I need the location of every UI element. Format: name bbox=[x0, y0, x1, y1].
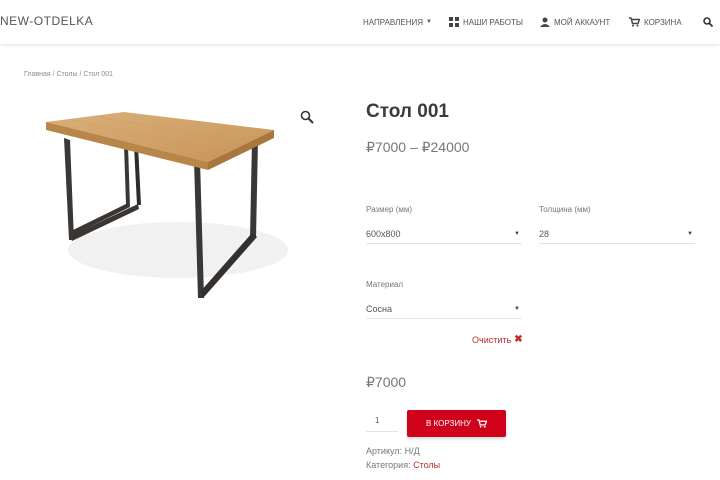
chevron-down-icon: ▼ bbox=[687, 230, 693, 237]
sku-value: Н/Д bbox=[404, 446, 420, 456]
nav-cart-label: КОРЗИНА bbox=[644, 17, 682, 27]
nav-works-link[interactable]: НАШИ РАБОТЫ bbox=[449, 17, 523, 27]
material-select[interactable]: Сосна ▼ bbox=[366, 299, 522, 319]
close-icon: ✖ bbox=[514, 334, 523, 345]
product-title: Стол 001 bbox=[366, 101, 449, 122]
nav-item-cart[interactable]: КОРЗИНА bbox=[629, 0, 682, 44]
size-value: 600x800 bbox=[366, 228, 401, 239]
clear-label: Очистить bbox=[472, 334, 512, 345]
cart-icon bbox=[629, 17, 640, 27]
cart-icon bbox=[477, 419, 487, 428]
add-to-cart-label: В КОРЗИНУ bbox=[426, 419, 471, 428]
thickness-value: 28 bbox=[539, 228, 550, 239]
search-button[interactable] bbox=[703, 0, 713, 44]
product-image bbox=[46, 112, 288, 298]
user-icon bbox=[540, 17, 550, 27]
material-value: Сосна bbox=[366, 303, 392, 314]
nav-cart-link[interactable]: КОРЗИНА bbox=[629, 17, 682, 27]
thickness-select[interactable]: 28 ▼ bbox=[539, 224, 695, 244]
nav-works-label: НАШИ РАБОТЫ bbox=[463, 17, 523, 27]
chevron-down-icon: ▼ bbox=[514, 230, 520, 237]
nav-account-label: МОЙ АККАУНТ bbox=[554, 17, 611, 27]
sku-row: Артикул: Н/Д bbox=[366, 446, 420, 456]
clear-selection-link[interactable]: Очистить ✖ bbox=[472, 334, 523, 345]
search-icon bbox=[703, 17, 713, 27]
add-to-cart-button[interactable]: В КОРЗИНУ bbox=[407, 410, 506, 437]
nav-item-works[interactable]: НАШИ РАБОТЫ bbox=[449, 0, 523, 44]
category-row: Категория: Столы bbox=[366, 460, 440, 470]
nav-account-link[interactable]: МОЙ АККАУНТ bbox=[540, 17, 610, 27]
site-logo[interactable]: NEW-OTDELKA bbox=[0, 14, 93, 28]
selected-price: ₽7000 bbox=[366, 374, 407, 390]
category-link[interactable]: Столы bbox=[413, 460, 440, 470]
size-label: Размер (мм) bbox=[366, 205, 413, 214]
site-header: NEW-OTDELKA НАПРАВЛЕНИЯ ▼ НАШИ РАБОТЫ МО… bbox=[0, 0, 720, 44]
size-select[interactable]: 600x800 ▼ bbox=[366, 224, 522, 244]
breadcrumb[interactable]: Главная / Столы / Стол 001 bbox=[24, 71, 113, 78]
thickness-label: Толщина (мм) bbox=[539, 205, 591, 214]
grid-icon bbox=[449, 17, 459, 27]
sku-label: Артикул: bbox=[366, 446, 403, 456]
material-label: Материал bbox=[366, 280, 404, 289]
category-label: Категория: bbox=[366, 460, 411, 470]
nav-item-account[interactable]: МОЙ АККАУНТ bbox=[540, 0, 610, 44]
quantity-input[interactable]: 1 bbox=[366, 412, 398, 432]
price-range: ₽7000 – ₽24000 bbox=[366, 139, 470, 155]
chevron-down-icon: ▼ bbox=[514, 305, 520, 312]
nav-item-directions[interactable]: НАПРАВЛЕНИЯ ▼ bbox=[363, 0, 432, 44]
caret-down-icon: ▼ bbox=[426, 19, 432, 25]
zoom-icon[interactable] bbox=[300, 110, 314, 124]
nav-directions-label[interactable]: НАПРАВЛЕНИЯ bbox=[363, 18, 423, 27]
